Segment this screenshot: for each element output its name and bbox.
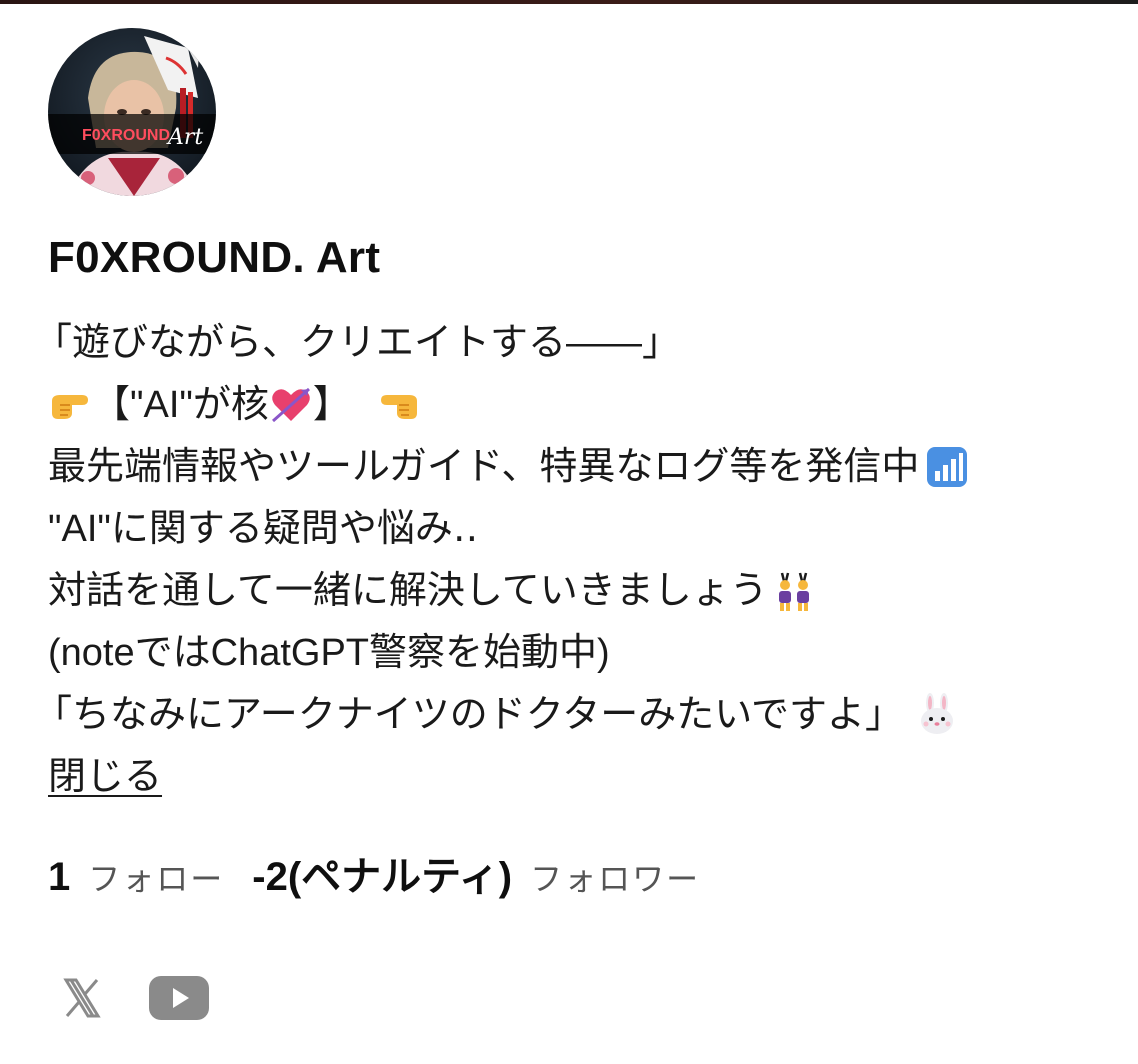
backhand-pointing-right-emoji xyxy=(48,383,92,427)
bio-text: 「ちなみにアークナイツのドクターみたいですよ」 xyxy=(34,694,904,736)
bar-chart-emoji xyxy=(925,445,969,489)
bio-line-1: 「遊びながら、クリエイトする――」 xyxy=(34,312,1108,374)
bio-text: "AI"に関する疑問や悩み‥ xyxy=(48,508,479,550)
bio-text: 対話を通して一緒に解決していきましょう xyxy=(48,570,768,612)
top-strip xyxy=(0,0,1138,4)
bio-line-2: 【"AI"が核 】 xyxy=(48,374,1108,436)
backhand-pointing-left-emoji xyxy=(377,383,421,427)
people-with-bunny-ears-emoji xyxy=(772,569,816,613)
display-name: F0XROUND. Art xyxy=(48,233,381,282)
heart-with-arrow-emoji xyxy=(269,383,313,427)
bio-line-4: "AI"に関する疑問や悩み‥ xyxy=(48,498,1108,560)
bio-text: (noteではChatGPT警察を始動中) xyxy=(48,632,610,674)
avatar-logo-text: F0XROUND xyxy=(82,127,170,144)
bio-text: 「遊びながら、クリエイトする――」 xyxy=(34,322,681,364)
youtube-icon[interactable] xyxy=(148,975,210,1026)
bio-line-3: 最先端情報やツールガイド、特異なログ等を発信中 xyxy=(48,436,1108,498)
bio-line-6: (noteではChatGPT警察を始動中) xyxy=(48,622,1108,684)
following-count: 1 xyxy=(48,855,71,899)
bio-close-row: 閉じる xyxy=(48,746,1108,808)
rabbit-face-emoji xyxy=(915,693,959,737)
avatar[interactable]: F0XROUND Art xyxy=(48,28,216,196)
bio-line-5: 対話を通して一緒に解決していきましょう xyxy=(48,560,1108,622)
follow-stats: 1 フォロー -2(ペナルティ) フォロワー xyxy=(48,844,1108,902)
bio-text: 【"AI"が核 xyxy=(92,384,269,426)
bio-text: 最先端情報やツールガイド、特異なログ等を発信中 xyxy=(48,446,920,488)
bio-text: 】 xyxy=(312,384,351,426)
bio-line-7: 「ちなみにアークナイツのドクターみたいですよ」 xyxy=(34,684,1108,746)
x-icon[interactable] xyxy=(60,976,104,1025)
profile-card: F0XROUND Art F0XROUND. Art 「遊びながら、クリエイトす… xyxy=(34,28,1108,902)
followers-label: フォロワー xyxy=(530,861,701,897)
followers-count: -2(ペナルティ) xyxy=(252,855,513,899)
followers-stat[interactable]: -2(ペナルティ) フォロワー xyxy=(252,844,700,902)
close-link[interactable]: 閉じる xyxy=(48,749,162,805)
social-links xyxy=(60,975,210,1026)
avatar-logo-script: Art xyxy=(166,125,203,150)
bio: 「遊びながら、クリエイトする――」 【"AI"が核 】 最先端情報やツールガイド… xyxy=(34,312,1108,808)
following-label: フォロー xyxy=(88,861,225,897)
following-stat[interactable]: 1 フォロー xyxy=(48,854,224,900)
